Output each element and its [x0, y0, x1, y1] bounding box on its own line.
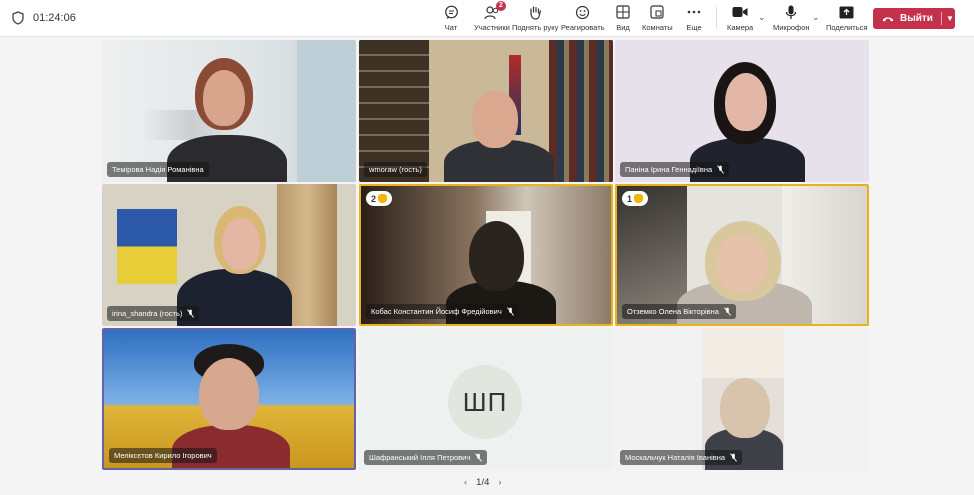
mic-muted-icon: [475, 453, 483, 462]
raised-hand-badge: 1: [622, 191, 649, 206]
smiley-icon: [574, 3, 592, 21]
view-button[interactable]: Вид: [614, 3, 632, 35]
participants-button[interactable]: 2 Участники: [474, 1, 510, 35]
video-tile[interactable]: Паніна Ірина Геннадіївна: [615, 40, 869, 182]
more-icon: [685, 3, 703, 21]
participant-avatar: ШП: [448, 365, 522, 439]
share-icon: [838, 3, 856, 21]
raise-hand-button[interactable]: Поднять руку: [512, 3, 558, 35]
participant-name-label: Паніна Ірина Геннадіївна: [620, 162, 730, 177]
meeting-timer: 01:24:06: [33, 12, 76, 24]
chat-button[interactable]: Чат: [442, 3, 460, 35]
prev-page-chevron-icon[interactable]: ‹: [464, 477, 467, 488]
mic-options-chevron-icon[interactable]: ⌄: [812, 12, 820, 23]
camera-button[interactable]: Камера: [727, 3, 753, 35]
hand-icon: [378, 194, 388, 203]
camera-icon: [731, 3, 749, 21]
rooms-icon: [648, 3, 666, 21]
mic-muted-icon: [187, 309, 195, 318]
people-icon: 2: [483, 1, 506, 21]
hand-icon: [526, 3, 544, 21]
mic-muted-icon: [717, 165, 725, 174]
participant-name-label: Шафранський Ілля Петрович: [364, 450, 488, 465]
mic-muted-icon: [724, 307, 731, 316]
next-page-chevron-icon[interactable]: ›: [498, 477, 501, 488]
gallery-pager: ‹ 1/4 ›: [464, 477, 502, 488]
camera-options-chevron-icon[interactable]: ⌄: [758, 12, 766, 23]
leave-options-chevron-icon[interactable]: ▼: [946, 14, 954, 23]
video-tile[interactable]: 2 Кобас Константин Йосиф Фредійович: [359, 184, 613, 326]
raised-hand-badge: 2: [366, 191, 393, 206]
video-tile[interactable]: Москальчук Наталія Іванівна: [615, 328, 869, 470]
hand-icon: [634, 194, 644, 203]
microphone-icon: [782, 3, 800, 21]
chat-icon: [442, 3, 460, 21]
meeting-toolbar: 01:24:06 Чат 2 Участники Поднять руку Ре…: [0, 0, 974, 37]
share-button[interactable]: Поделиться: [826, 3, 867, 35]
video-tile[interactable]: irina_shandra (гость): [102, 184, 356, 326]
video-tile[interactable]: Темірова Надія Романівна: [102, 40, 356, 182]
participant-name-label: Меліксєтов Кирило Ігорович: [109, 448, 217, 463]
participant-name-label: Темірова Надія Романівна: [107, 162, 209, 177]
shield-icon: [12, 11, 24, 25]
mic-button[interactable]: Микрофон: [773, 3, 810, 35]
page-indicator: 1/4: [476, 477, 490, 488]
phone-hangup-icon: [882, 16, 894, 21]
video-tile[interactable]: ШП Шафранський Ілля Петрович: [359, 328, 613, 470]
participant-name-label: irina_shandra (гость): [107, 306, 200, 321]
leave-button[interactable]: Выйти ▼: [873, 8, 955, 29]
mic-muted-icon: [730, 453, 737, 462]
grid-icon: [614, 3, 632, 21]
more-button[interactable]: Еще: [685, 3, 703, 35]
video-tile[interactable]: Меліксєтов Кирило Ігорович: [102, 328, 356, 470]
video-tile[interactable]: 1 Отземко Олена Вікторівна: [615, 184, 869, 326]
participants-badge: 2: [495, 1, 506, 11]
participant-name-label: Отземко Олена Вікторівна: [622, 304, 736, 319]
react-button[interactable]: Реагировать: [561, 3, 605, 35]
participant-name-label: Москальчук Наталія Іванівна: [620, 450, 743, 465]
video-tile[interactable]: wmoraw (гость): [359, 40, 613, 182]
mic-muted-icon: [506, 307, 514, 316]
toolbar-divider: [716, 7, 717, 29]
rooms-button[interactable]: Комнаты: [642, 3, 673, 35]
participant-name-label: wmoraw (гость): [364, 162, 427, 177]
participant-name-label: Кобас Константин Йосиф Фредійович: [366, 304, 519, 319]
